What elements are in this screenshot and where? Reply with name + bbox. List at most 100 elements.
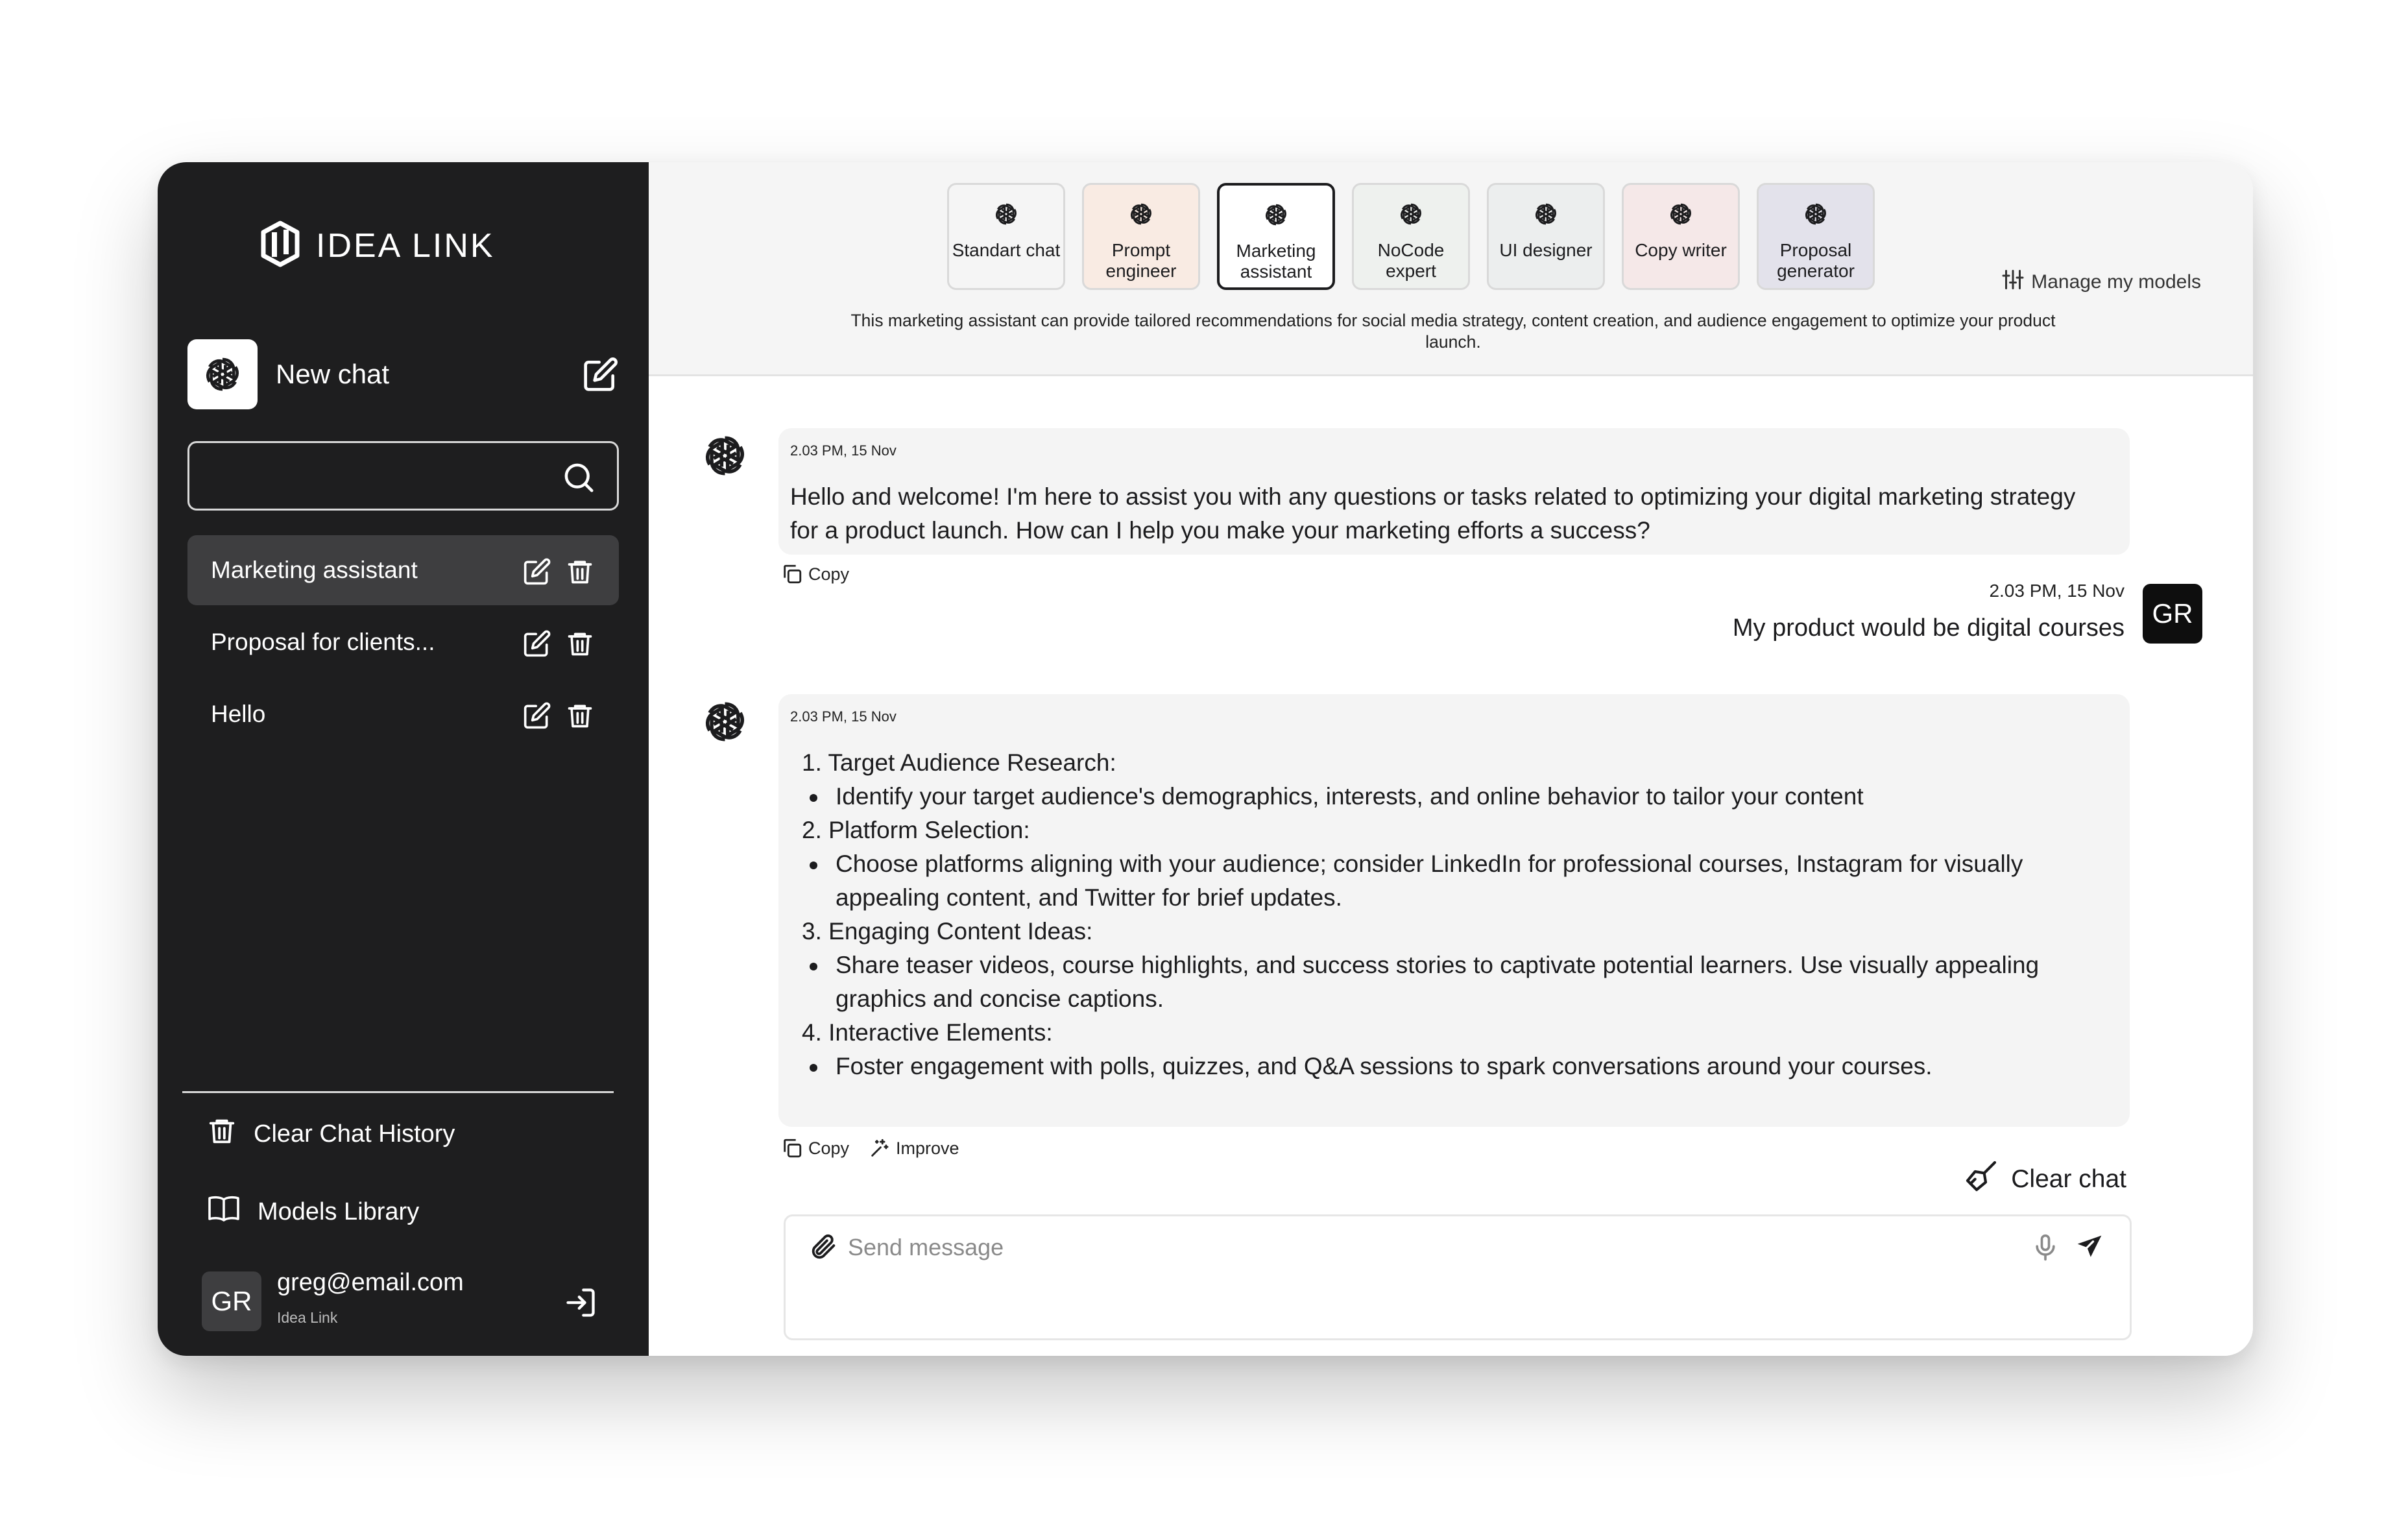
model-card-label: NoCode expert: [1377, 240, 1445, 281]
message-text: Hello and welcome! I'm here to assist yo…: [790, 483, 2076, 544]
model-card-label: Copy writer: [1635, 240, 1727, 260]
sidebar-divider: [182, 1091, 614, 1093]
list-item: Foster engagement with polls, quizzes, a…: [790, 1050, 2113, 1083]
model-card-label: Prompt engineer: [1105, 240, 1177, 281]
openai-icon: [1261, 200, 1291, 233]
message-composer: [784, 1214, 2132, 1340]
chat-item-label: Marketing assistant: [211, 557, 418, 583]
manage-models-button[interactable]: Manage my models: [2001, 268, 2201, 296]
model-card-standart-chat[interactable]: Standart chat: [947, 183, 1065, 290]
book-icon: [207, 1194, 241, 1230]
sidebar: IDEA LINK New chat Marketing assistant P…: [158, 162, 649, 1356]
chat-item-proposal-for-clients[interactable]: Proposal for clients...: [187, 607, 619, 677]
copy-icon: [781, 1137, 803, 1159]
assistant-avatar-icon: [697, 694, 752, 749]
openai-icon: [1396, 199, 1426, 232]
compose-icon[interactable]: [583, 356, 619, 396]
avatar[interactable]: GR: [202, 1271, 261, 1331]
copy-icon: [781, 563, 803, 585]
openai-icon: [187, 339, 258, 409]
clear-chat-history-button[interactable]: Clear Chat History: [207, 1116, 455, 1152]
sliders-icon: [2001, 268, 2025, 296]
message-input[interactable]: [848, 1228, 1951, 1267]
openai-icon: [1531, 199, 1561, 232]
chat-item-hello[interactable]: Hello: [187, 679, 619, 749]
message-timestamp: 2.03 PM, 15 Nov: [790, 442, 897, 459]
models-library-button[interactable]: Models Library: [207, 1194, 419, 1230]
message-timestamp: 2.03 PM, 15 Nov: [790, 708, 897, 725]
user-profile: GR greg@email.com Idea Link: [202, 1265, 604, 1336]
list-item: Share teaser videos, course highlights, …: [790, 948, 2113, 1016]
model-card-label: Proposal generator: [1777, 240, 1855, 281]
openai-icon: [1666, 199, 1696, 232]
chat-search: [187, 441, 619, 511]
clear-chat-button[interactable]: Clear chat: [1963, 1158, 2126, 1201]
openai-icon: [1126, 199, 1156, 232]
list-heading: 4. Interactive Elements:: [802, 1019, 1053, 1046]
brand-name: IDEA LINK: [316, 226, 495, 265]
model-card-label: UI designer: [1499, 240, 1593, 260]
brand[interactable]: IDEA LINK: [260, 221, 495, 271]
edit-icon[interactable]: [523, 629, 551, 661]
assistant-message: 2.03 PM, 15 Nov Hello and welcome! I'm h…: [778, 428, 2130, 555]
assistant-message: 2.03 PM, 15 Nov 1. Target Audience Resea…: [778, 694, 2130, 1127]
broom-icon: [1963, 1158, 1999, 1201]
improve-button[interactable]: Improve: [869, 1137, 959, 1159]
trash-icon: [207, 1116, 237, 1152]
app-window: IDEA LINK New chat Marketing assistant P…: [158, 162, 2253, 1356]
model-description: This marketing assistant can provide tai…: [850, 311, 2056, 352]
main-panel: Standart chat Prompt engineer Marketing as…: [649, 162, 2253, 1356]
message-text: My product would be digital courses: [1732, 614, 2125, 642]
new-chat-button[interactable]: New chat: [187, 339, 619, 409]
edit-icon[interactable]: [523, 701, 551, 733]
paperclip-icon[interactable]: [809, 1232, 839, 1265]
trash-icon[interactable]: [566, 701, 594, 733]
manage-models-label: Manage my models: [2031, 271, 2201, 293]
openai-icon: [991, 199, 1021, 232]
copy-button[interactable]: Copy: [781, 1137, 849, 1159]
message-actions: Copy Improve: [781, 1137, 959, 1159]
list-item: Choose platforms aligning with your audi…: [790, 847, 2113, 915]
openai-icon: [1801, 199, 1831, 232]
user-message: 2.03 PM, 15 Nov My product would be digi…: [1733, 581, 2125, 642]
list-item: Identify your target audience's demograp…: [790, 780, 2113, 813]
clear-chat-history-label: Clear Chat History: [254, 1120, 455, 1148]
search-input[interactable]: [205, 456, 555, 496]
user-avatar: GR: [2143, 584, 2202, 644]
model-selector-bar: Standart chat Prompt engineer Marketing as…: [649, 162, 2253, 376]
logout-icon[interactable]: [564, 1286, 597, 1323]
model-card-marketing-assistant[interactable]: Marketing assistant: [1217, 183, 1335, 290]
sparkle-icon: [871, 1138, 889, 1157]
edit-icon[interactable]: [523, 557, 551, 589]
message-text: 1. Target Audience Research: Identify you…: [790, 746, 2113, 1083]
copy-button[interactable]: Copy: [781, 563, 849, 585]
list-heading: 3. Engaging Content Ideas:: [802, 918, 1093, 945]
microphone-icon[interactable]: [2031, 1233, 2060, 1265]
model-list: Standart chat Prompt engineer Marketing as…: [947, 183, 1875, 290]
search-icon[interactable]: [561, 460, 596, 498]
chat-list: Marketing assistant Proposal for clients…: [187, 535, 619, 751]
copy-label: Copy: [808, 564, 850, 584]
model-card-label: Marketing assistant: [1236, 241, 1316, 282]
message-timestamp: 2.03 PM, 15 Nov: [1989, 581, 2125, 601]
idea-link-logo-icon: [260, 221, 300, 271]
copy-label: Copy: [808, 1138, 850, 1158]
list-heading: 1. Target Audience Research:: [802, 749, 1116, 776]
trash-icon[interactable]: [566, 557, 594, 589]
model-card-label: Standart chat: [952, 240, 1061, 260]
trash-icon[interactable]: [566, 629, 594, 661]
assistant-avatar-icon: [697, 428, 752, 483]
clear-chat-label: Clear chat: [2011, 1165, 2126, 1193]
improve-label: Improve: [896, 1138, 959, 1158]
list-heading: 2. Platform Selection:: [802, 817, 1030, 843]
model-card-copy-writer[interactable]: Copy writer: [1622, 183, 1740, 290]
chat-item-marketing-assistant[interactable]: Marketing assistant: [187, 535, 619, 605]
model-card-nocode-expert[interactable]: NoCode expert: [1352, 183, 1470, 290]
user-email: greg@email.com: [277, 1269, 464, 1296]
models-library-label: Models Library: [258, 1198, 420, 1225]
model-card-ui-designer[interactable]: UI designer: [1487, 183, 1605, 290]
new-chat-label: New chat: [276, 359, 390, 389]
model-card-proposal-generator[interactable]: Proposal generator: [1757, 183, 1875, 290]
model-card-prompt-engineer[interactable]: Prompt engineer: [1082, 183, 1200, 290]
send-icon[interactable]: [2075, 1233, 2104, 1265]
